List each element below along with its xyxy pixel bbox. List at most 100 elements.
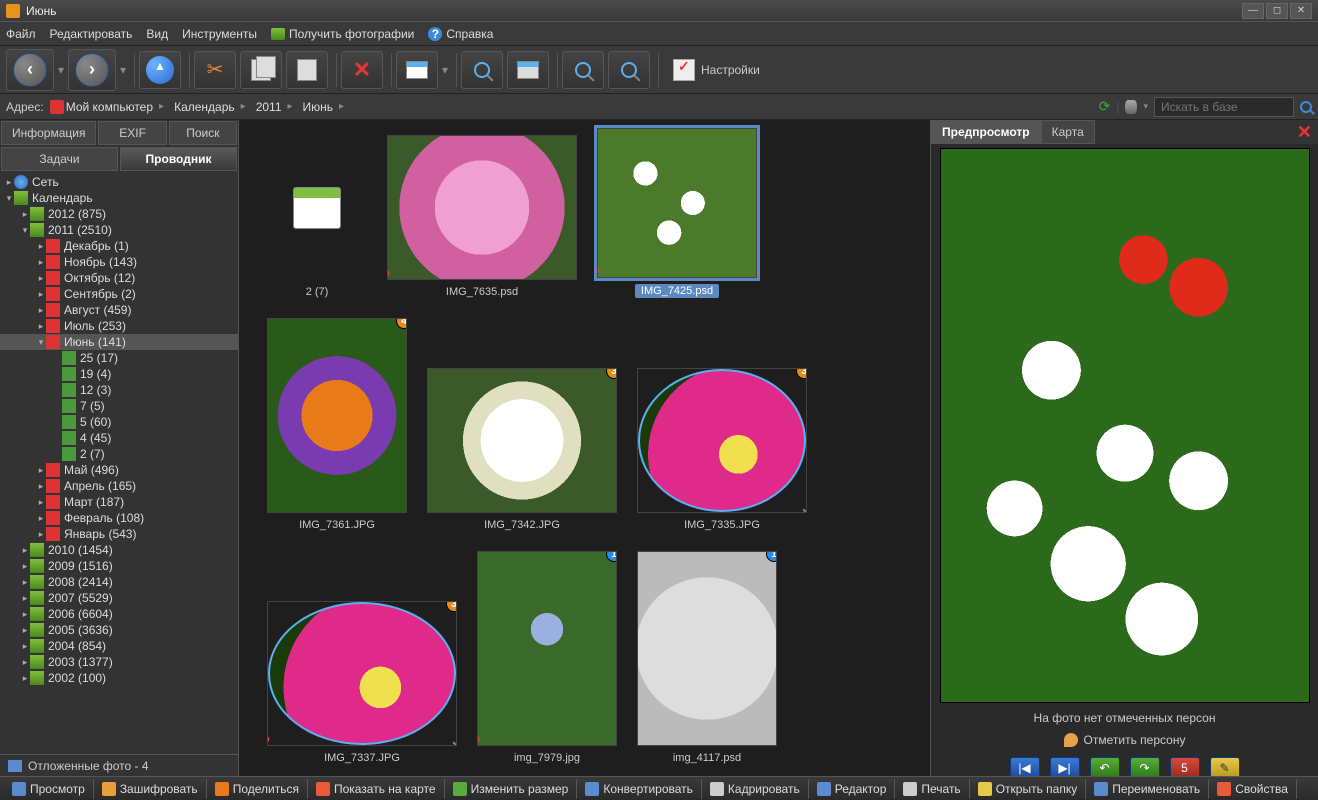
menu-help[interactable]: Справка — [428, 27, 493, 41]
tree-node[interactable]: ▸2002 (100) — [0, 670, 238, 686]
tab-tasks[interactable]: Задачи — [1, 147, 118, 171]
tree-node[interactable]: ▸Май (496) — [0, 462, 238, 478]
tree-node[interactable]: ▸2004 (854) — [0, 638, 238, 654]
tree-node[interactable]: ▸2003 (1377) — [0, 654, 238, 670]
tree-node[interactable]: 12 (3) — [0, 382, 238, 398]
thumbnail[interactable]: 3IMG_7342.JPG — [427, 368, 617, 531]
close-button[interactable]: ✕ — [1290, 3, 1312, 19]
nav-up-button[interactable] — [139, 51, 181, 89]
settings-button[interactable]: Настройки — [663, 59, 770, 81]
minimize-button[interactable]: — — [1242, 3, 1264, 19]
undo-button[interactable]: ↶ — [1090, 757, 1120, 776]
close-panel-icon[interactable]: ✕ — [1297, 122, 1312, 143]
thumbnail[interactable]: 1img_4117.psd — [637, 551, 777, 764]
thumbnail[interactable]: 4IMG_7361.JPG — [267, 318, 407, 531]
thumbnail[interactable]: 📍IMG_7425.psd — [597, 128, 757, 298]
database-icon[interactable] — [1125, 100, 1137, 114]
status-печать[interactable]: Печать — [895, 779, 969, 799]
menu-tools[interactable]: Инструменты — [182, 27, 257, 41]
deferred-bar[interactable]: Отложенные фото - 4 — [0, 754, 238, 776]
fwd-dropdown-icon[interactable]: ▾ — [120, 63, 130, 77]
paste-button[interactable] — [286, 51, 328, 89]
refresh-icon[interactable]: ⟳ — [1099, 98, 1111, 115]
tree-node[interactable]: ▸Июль (253) — [0, 318, 238, 334]
nav-back-button[interactable]: ‹ — [6, 49, 54, 91]
status-поделиться[interactable]: Поделиться — [207, 779, 308, 799]
tree-node[interactable]: 25 (17) — [0, 350, 238, 366]
tree-node[interactable]: ▸Октябрь (12) — [0, 270, 238, 286]
maximize-button[interactable]: ◻ — [1266, 3, 1288, 19]
status-кадрировать[interactable]: Кадрировать — [702, 779, 809, 799]
view-thumbs-button[interactable] — [396, 51, 438, 89]
tree-node[interactable]: ▸2007 (5529) — [0, 590, 238, 606]
zoom-in-button[interactable] — [562, 51, 604, 89]
tree-node[interactable]: 2 (7) — [0, 446, 238, 462]
tab-info[interactable]: Информация — [1, 121, 96, 145]
tree-node[interactable]: ▸Декабрь (1) — [0, 238, 238, 254]
status-редактор[interactable]: Редактор — [809, 779, 896, 799]
status-конвертировать[interactable]: Конвертировать — [577, 779, 702, 799]
thumbnail[interactable]: 3📍IMG_7337.JPG — [267, 601, 457, 764]
preview-image[interactable] — [940, 148, 1310, 703]
prev-button[interactable]: |◀ — [1010, 757, 1040, 776]
tree-node[interactable]: 5 (60) — [0, 414, 238, 430]
thumbnail[interactable]: 2 (7) — [267, 135, 367, 298]
status-зашифровать[interactable]: Зашифровать — [94, 779, 207, 799]
tree-node[interactable]: ▸2006 (6604) — [0, 606, 238, 622]
tab-map[interactable]: Карта — [1041, 120, 1095, 144]
menu-file[interactable]: Файл — [6, 27, 36, 41]
back-dropdown-icon[interactable]: ▾ — [58, 63, 68, 77]
view-window-button[interactable] — [507, 51, 549, 89]
tab-explorer[interactable]: Проводник — [120, 147, 237, 171]
status-просмотр[interactable]: Просмотр — [4, 779, 94, 799]
status-переименовать[interactable]: Переименовать — [1086, 779, 1209, 799]
delete-button[interactable]: ✕ — [341, 51, 383, 89]
status-изменить размер[interactable]: Изменить размер — [445, 779, 578, 799]
tree-node[interactable]: ▸Сентябрь (2) — [0, 286, 238, 302]
db-dropdown-icon[interactable]: ▾ — [1143, 101, 1148, 112]
search-input[interactable] — [1154, 97, 1294, 117]
menu-edit[interactable]: Редактировать — [50, 27, 133, 41]
crumb-2011[interactable]: 2011▸ — [256, 100, 297, 114]
tree-node[interactable]: ▸2010 (1454) — [0, 542, 238, 558]
tree-node[interactable]: ▸Февраль (108) — [0, 510, 238, 526]
menu-view[interactable]: Вид — [146, 27, 168, 41]
crumb-calendar[interactable]: Календарь▸ — [174, 100, 250, 114]
tree-node[interactable]: ▸Сеть — [0, 174, 238, 190]
menu-get-photos[interactable]: Получить фотографии — [271, 27, 414, 41]
thumbnail[interactable]: 1📍img_7979.jpg — [477, 551, 617, 764]
copy-button[interactable] — [240, 51, 282, 89]
crumb-june[interactable]: Июнь▸ — [303, 100, 349, 114]
tree-node[interactable]: ▸Апрель (165) — [0, 478, 238, 494]
next-button[interactable]: ▶| — [1050, 757, 1080, 776]
tree-node[interactable]: ▾2011 (2510) — [0, 222, 238, 238]
tree-node[interactable]: ▸2008 (2414) — [0, 574, 238, 590]
tree-node[interactable]: ▾Календарь — [0, 190, 238, 206]
tree-node[interactable]: ▾Июнь (141) — [0, 334, 238, 350]
tree-node[interactable]: ▸Март (187) — [0, 494, 238, 510]
crumb-mycomputer[interactable]: Мой компьютер▸ — [50, 100, 168, 114]
status-показать на карте[interactable]: Показать на карте — [308, 779, 445, 799]
thumbnail[interactable]: 📍IMG_7635.psd — [387, 135, 577, 298]
status-открыть папку[interactable]: Открыть папку — [970, 779, 1087, 799]
zoom-preview-button[interactable] — [461, 51, 503, 89]
tab-preview[interactable]: Предпросмотр — [931, 120, 1041, 144]
tab-search[interactable]: Поиск — [169, 121, 237, 145]
edit-button[interactable]: ✎ — [1210, 757, 1240, 776]
tag-person-button[interactable]: Отметить персону — [1064, 733, 1186, 747]
tree-node[interactable]: ▸2012 (875) — [0, 206, 238, 222]
cut-button[interactable] — [194, 51, 236, 89]
search-icon[interactable] — [1300, 101, 1312, 113]
tree-node[interactable]: ▸Ноябрь (143) — [0, 254, 238, 270]
rating-button[interactable]: 5 — [1170, 757, 1200, 776]
tree-node[interactable]: ▸2009 (1516) — [0, 558, 238, 574]
tree-node[interactable]: ▸Август (459) — [0, 302, 238, 318]
redo-button[interactable]: ↷ — [1130, 757, 1160, 776]
tab-exif[interactable]: EXIF — [98, 121, 166, 145]
status-свойства[interactable]: Свойства — [1209, 779, 1297, 799]
zoom-out-button[interactable] — [608, 51, 650, 89]
tree-node[interactable]: 4 (45) — [0, 430, 238, 446]
tree-node[interactable]: 19 (4) — [0, 366, 238, 382]
tree-node[interactable]: ▸2005 (3636) — [0, 622, 238, 638]
tree-node[interactable]: 7 (5) — [0, 398, 238, 414]
